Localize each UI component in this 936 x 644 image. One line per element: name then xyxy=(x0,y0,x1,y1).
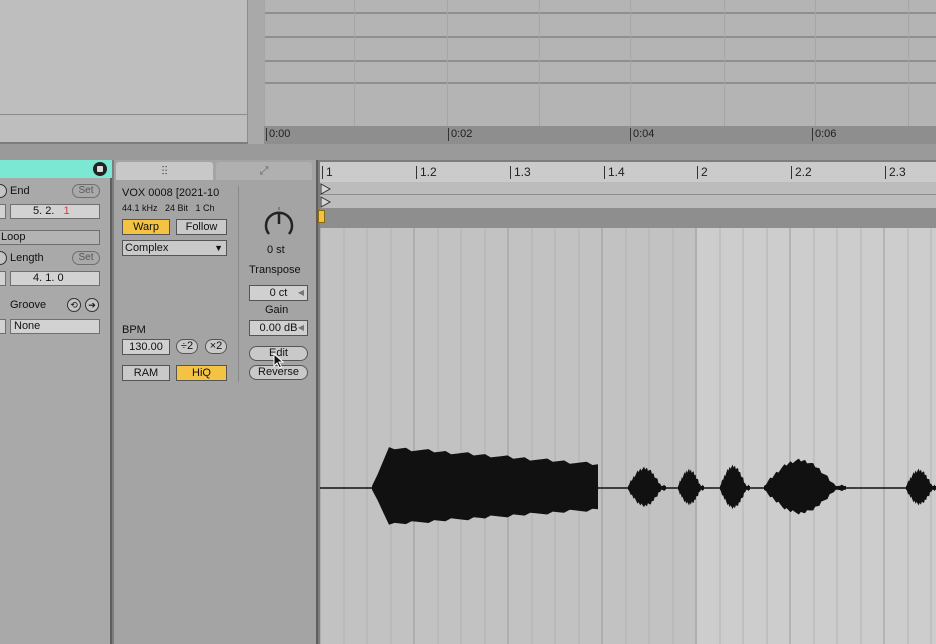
bar-label: 1.2 xyxy=(416,166,437,179)
bar-label: 1.3 xyxy=(510,166,531,179)
transpose-knob[interactable] xyxy=(262,207,296,241)
grid-line xyxy=(815,0,816,126)
detune-arrow-icon: ◀ xyxy=(297,288,304,297)
beat-ruler[interactable]: 1 1.2 1.3 1.4 2 2.2 2.3 xyxy=(320,162,936,182)
warp-mode-select[interactable]: Complex ▼ xyxy=(122,240,227,256)
end-set-button[interactable]: Set xyxy=(72,184,100,198)
gain-value: 0.00 dB xyxy=(259,322,298,334)
tab-sample[interactable]: ⫶⫶ xyxy=(116,162,213,180)
marker-line xyxy=(320,194,936,195)
marker-strip[interactable] xyxy=(320,182,936,208)
loop-button[interactable]: Loop xyxy=(0,230,100,245)
grid-line xyxy=(539,0,540,126)
hiq-button[interactable]: HiQ xyxy=(176,365,227,381)
clip-header[interactable] xyxy=(0,160,112,178)
mouse-pointer-icon xyxy=(273,352,285,374)
ram-button[interactable]: RAM xyxy=(122,365,170,381)
follow-button[interactable]: Follow xyxy=(176,219,227,235)
time-label: 0:04 xyxy=(630,128,654,141)
groove-hot-swap-icon[interactable]: ⟲ xyxy=(67,298,81,312)
bpm-label: BPM xyxy=(122,324,146,336)
gain-arrow-icon: ◀ xyxy=(297,323,304,332)
grid-line xyxy=(447,0,448,126)
waveform-icon: ⫶⫶ xyxy=(161,164,168,178)
arrangement-view[interactable] xyxy=(264,0,936,126)
time-label: 0:02 xyxy=(448,128,472,141)
sample-divider xyxy=(238,186,239,382)
waveform-segment xyxy=(628,466,666,508)
groove-field-edge[interactable] xyxy=(0,319,6,334)
clip-activator-icon[interactable] xyxy=(93,162,107,176)
chevron-down-icon: ▼ xyxy=(214,243,223,253)
groove-value: None xyxy=(14,320,41,332)
length-label: Length xyxy=(10,252,44,264)
grid-line xyxy=(724,0,725,126)
grid-line xyxy=(630,0,631,126)
bar-label: 1.4 xyxy=(604,166,625,179)
time-ruler[interactable]: 0:00 0:02 0:04 0:06 xyxy=(264,126,936,144)
time-label: 0:00 xyxy=(266,128,290,141)
track-line xyxy=(264,12,936,14)
detune-field[interactable]: 0 ct ◀ xyxy=(249,285,308,301)
bar-label: 2.3 xyxy=(885,166,906,179)
warp-mode-value: Complex xyxy=(125,242,169,254)
end-position-field[interactable]: 5. 2. 1 xyxy=(10,204,100,219)
knob-icon xyxy=(264,207,294,235)
sample-info: 44.1 kHz 24 Bit 1 Ch xyxy=(122,203,215,213)
track-line xyxy=(264,60,936,62)
length-set-button[interactable]: Set xyxy=(72,251,100,265)
detune-value: 0 ct xyxy=(269,287,288,299)
loop-label: Loop xyxy=(1,231,26,243)
track-line xyxy=(264,36,936,38)
waveform-display[interactable] xyxy=(320,228,936,644)
top-left-panel xyxy=(0,0,248,142)
warp-marker-icon[interactable] xyxy=(318,210,325,223)
loop-brace[interactable] xyxy=(318,208,936,228)
transpose-label: Transpose xyxy=(249,264,301,276)
groove-label: Groove xyxy=(10,299,47,311)
end-position-sixteenth: 1 xyxy=(63,205,70,217)
grid-line xyxy=(908,0,909,126)
bpm-field[interactable]: 130.00 xyxy=(122,339,170,355)
time-label: 0:06 xyxy=(812,128,836,141)
end-position-value: 5. 2. xyxy=(33,205,55,217)
bar-label: 2 xyxy=(697,166,708,179)
end-label: End xyxy=(10,185,30,197)
panel-gutter xyxy=(248,0,264,158)
envelope-icon: ⤢ xyxy=(259,165,269,177)
bar-highlight xyxy=(697,228,936,644)
groove-chooser[interactable]: None xyxy=(10,319,100,334)
ableton-clip-view: 0:00 0:02 0:04 0:06 End Set 5. 2. 1 Loop… xyxy=(0,0,936,644)
bar-label: 2.2 xyxy=(791,166,812,179)
waveform xyxy=(320,228,936,644)
gain-field[interactable]: 0.00 dB ◀ xyxy=(249,320,308,336)
grid-line xyxy=(264,0,265,126)
end-field-edge[interactable] xyxy=(0,204,6,219)
length-field[interactable]: 4. 1. 0 xyxy=(10,271,100,286)
track-line xyxy=(264,82,936,84)
tab-envelopes[interactable]: ⤢ xyxy=(216,162,312,180)
grid-line xyxy=(354,0,355,126)
length-value: 4. 1. 0 xyxy=(33,272,64,284)
double-tempo-button[interactable]: ×2 xyxy=(205,339,227,354)
sample-name: VOX 0008 [2021-10 xyxy=(122,187,220,199)
length-field-edge[interactable] xyxy=(0,271,6,286)
bar-label: 1 xyxy=(322,166,333,179)
transpose-value: 0 st xyxy=(267,244,285,256)
warp-button[interactable]: Warp xyxy=(122,219,170,235)
splitter[interactable] xyxy=(0,144,936,160)
groove-commit-icon[interactable]: ➔ xyxy=(85,298,99,312)
gain-label: Gain xyxy=(265,304,289,316)
half-tempo-button[interactable]: ÷2 xyxy=(176,339,198,354)
divider xyxy=(0,114,248,115)
waveform-segment xyxy=(372,447,598,525)
